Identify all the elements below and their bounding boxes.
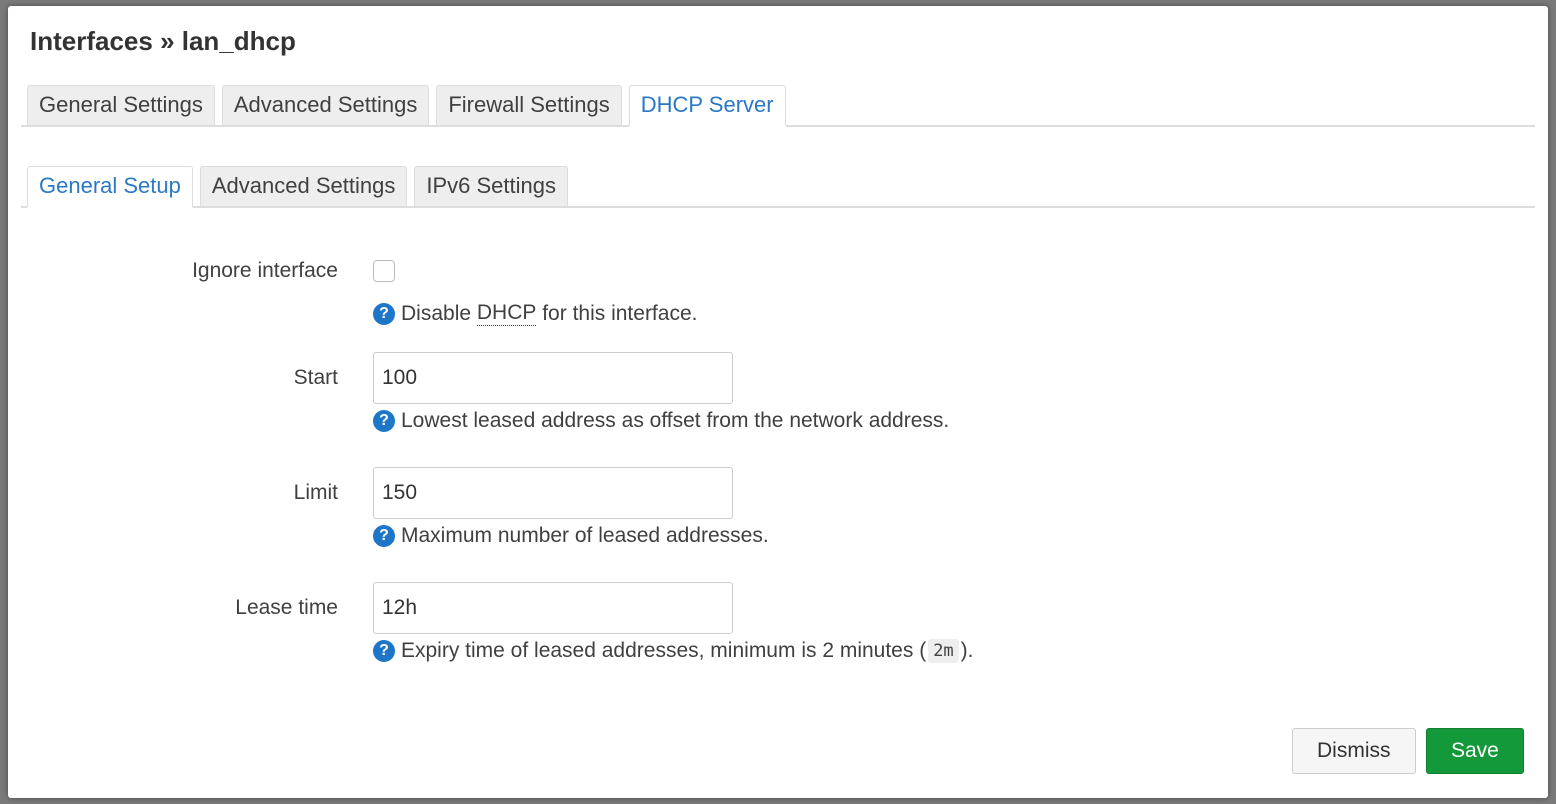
limit-help-text: Maximum number of leased addresses. <box>401 524 769 547</box>
help-icon: ? <box>373 525 395 547</box>
dismiss-button[interactable]: Dismiss <box>1292 728 1416 774</box>
tab-dhcp-server[interactable]: DHCP Server <box>628 85 786 127</box>
ignore-interface-help: ? Disable DHCP for this interface. <box>373 301 697 326</box>
tab-firewall-settings[interactable]: Firewall Settings <box>436 85 622 125</box>
ignore-interface-label: Ignore interface <box>192 259 338 282</box>
tab-advanced-settings[interactable]: Advanced Settings <box>221 85 430 125</box>
lease-time-input[interactable] <box>373 582 733 634</box>
subtab-general-setup[interactable]: General Setup <box>27 166 193 208</box>
start-input[interactable] <box>373 352 733 404</box>
subtab-advanced-settings[interactable]: Advanced Settings <box>199 166 408 206</box>
dhcp-abbr: DHCP <box>476 301 537 326</box>
limit-help: ? Maximum number of leased addresses. <box>373 524 769 548</box>
ignore-interface-checkbox[interactable] <box>373 260 395 282</box>
lease-help-prefix: Expiry time of leased addresses, minimum… <box>401 639 927 662</box>
secondary-tab-bar: General Setup Advanced Settings IPv6 Set… <box>21 164 1535 208</box>
lease-time-label: Lease time <box>235 596 338 619</box>
subtab-ipv6-settings[interactable]: IPv6 Settings <box>414 166 568 206</box>
primary-tab-bar: General Settings Advanced Settings Firew… <box>21 83 1535 127</box>
lease-help-suffix: ). <box>960 639 974 662</box>
start-label: Start <box>293 366 338 389</box>
lease-time-help: ? Expiry time of leased addresses, minim… <box>373 639 974 663</box>
modal-dialog: Interfaces » lan_dhcp General Settings A… <box>8 6 1548 798</box>
lease-help-code: 2m <box>928 639 959 663</box>
help-text-prefix: Disable <box>401 301 477 325</box>
help-icon: ? <box>373 410 395 432</box>
limit-input[interactable] <box>373 467 733 519</box>
tab-general-settings[interactable]: General Settings <box>27 85 215 125</box>
help-text-suffix: for this interface. <box>536 301 698 325</box>
limit-label: Limit <box>293 481 338 504</box>
start-help-text: Lowest leased address as offset from the… <box>401 409 950 432</box>
modal-title: Interfaces » lan_dhcp <box>30 26 296 56</box>
help-icon: ? <box>373 302 395 325</box>
start-help: ? Lowest leased address as offset from t… <box>373 409 949 433</box>
save-button[interactable]: Save <box>1426 728 1524 774</box>
help-icon: ? <box>373 640 395 662</box>
